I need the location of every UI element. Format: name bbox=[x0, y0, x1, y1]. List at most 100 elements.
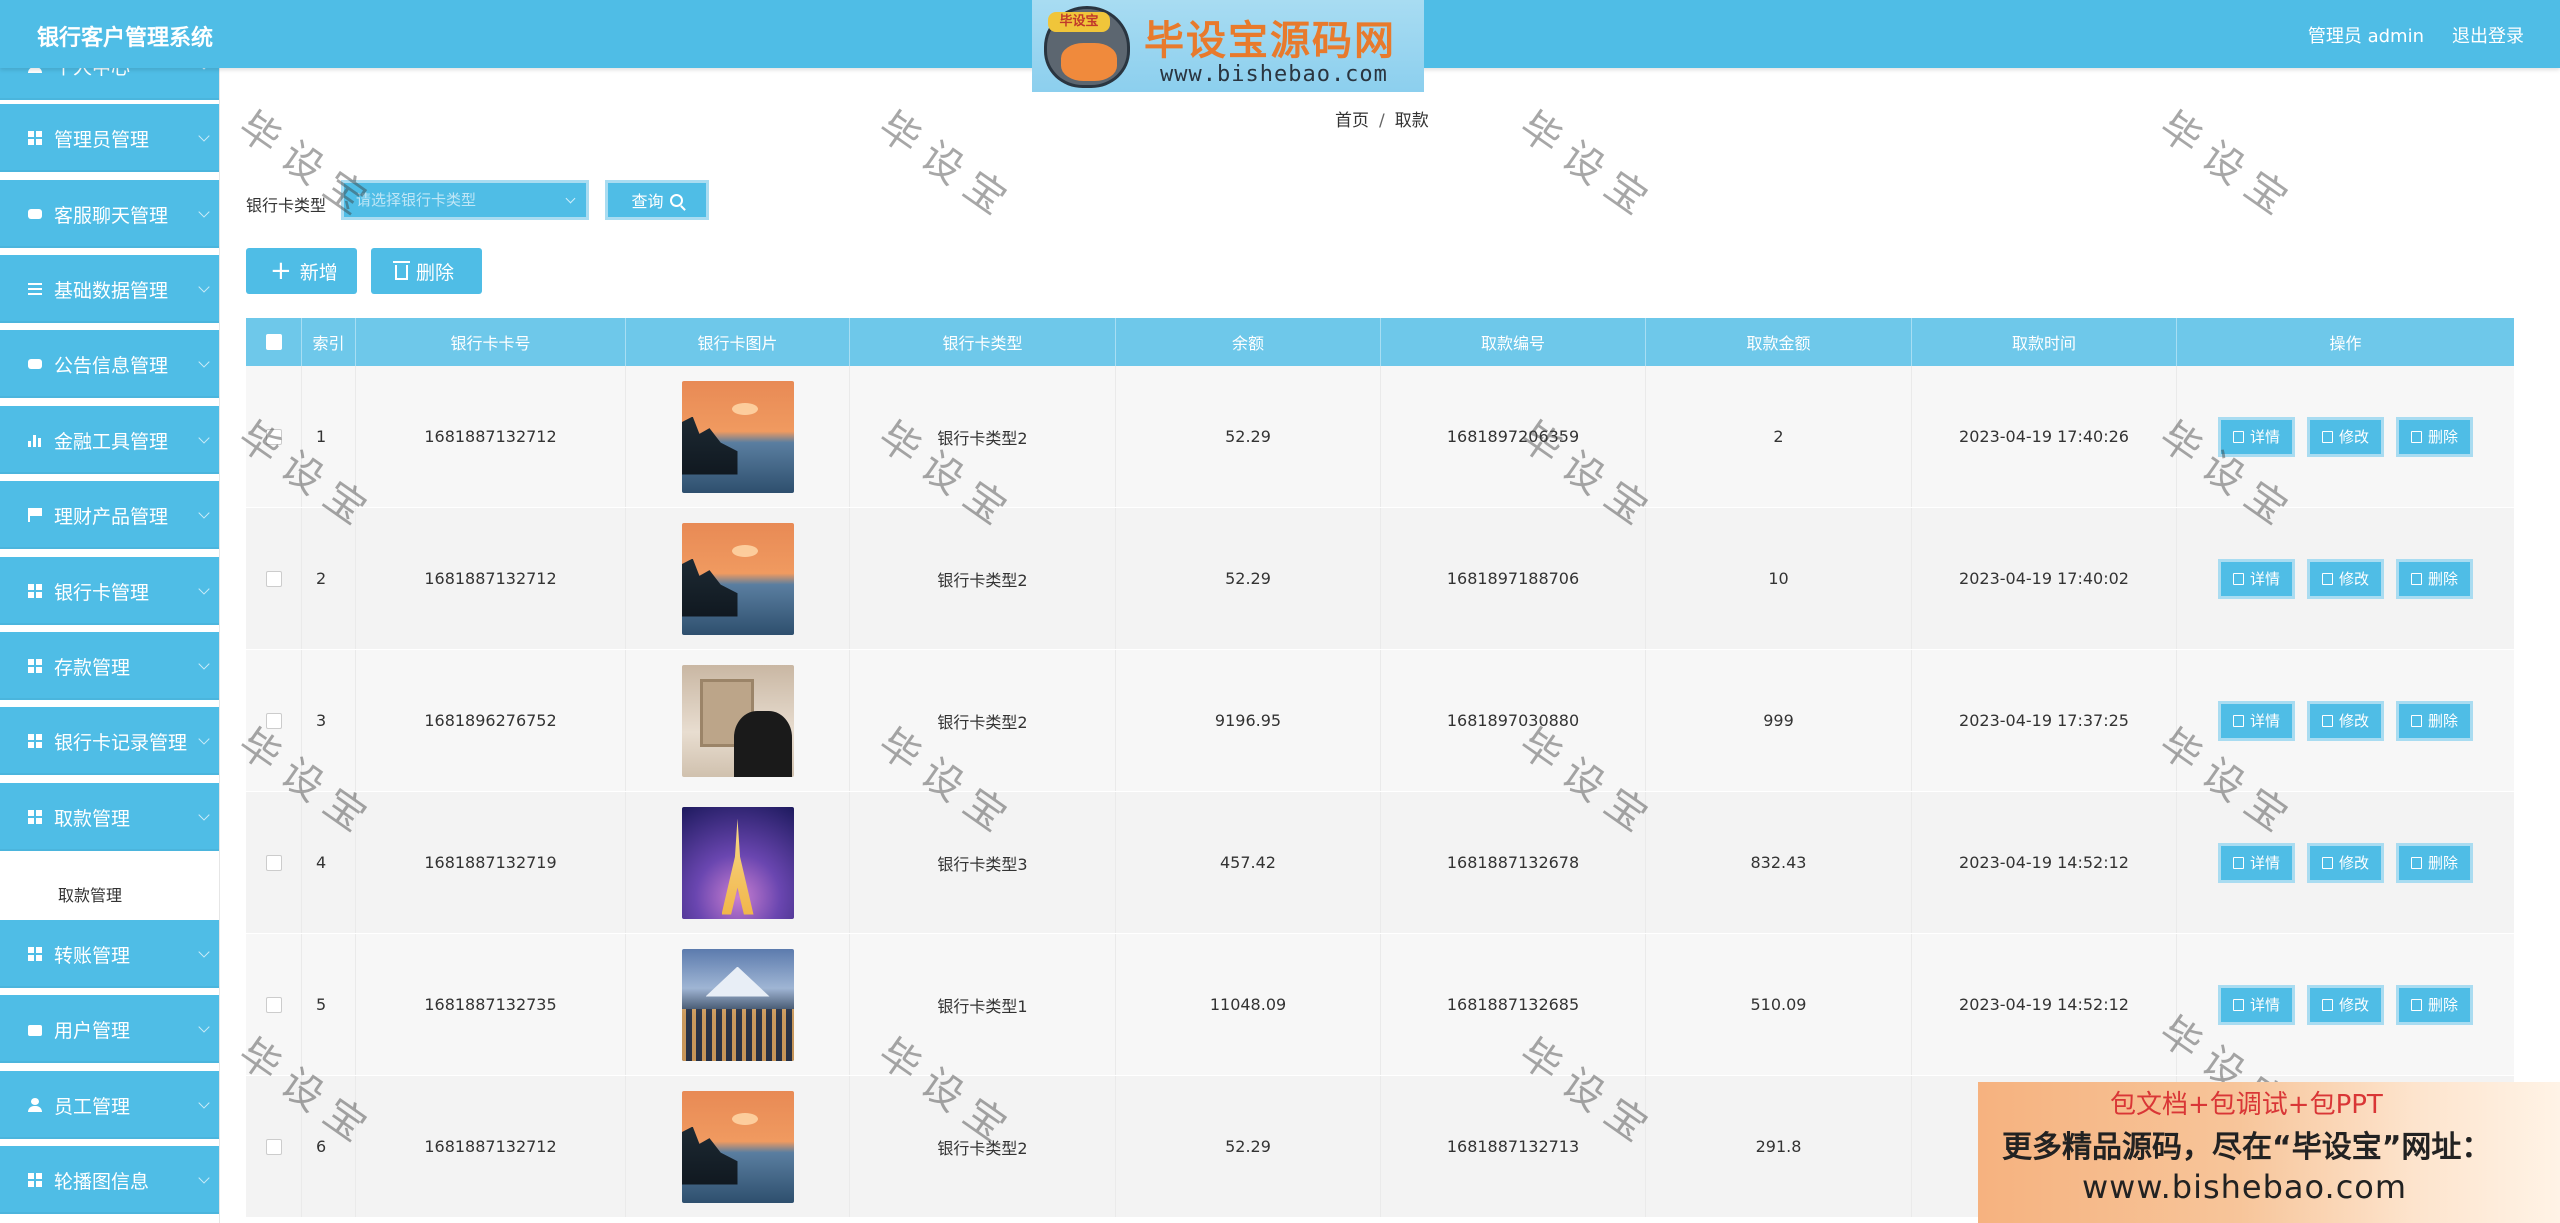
delete-label: 删除 bbox=[2428, 854, 2459, 872]
cell-actions: 详情 修改 删除 bbox=[2177, 934, 2514, 1075]
sidebar-item-deposit[interactable]: 存款管理 bbox=[0, 632, 219, 702]
detail-button[interactable]: 详情 bbox=[2217, 700, 2295, 741]
col-card-type: 银行卡类型 bbox=[850, 318, 1116, 366]
edit-button[interactable]: 修改 bbox=[2306, 416, 2384, 457]
cell-index: 1 bbox=[302, 366, 356, 507]
chevron-down-icon bbox=[198, 68, 210, 70]
cell-index: 6 bbox=[302, 1076, 356, 1217]
card-image[interactable] bbox=[681, 664, 794, 777]
chat-icon bbox=[28, 209, 42, 219]
user-icon bbox=[28, 68, 42, 73]
ad-line-offer: 包文档+包调试+包PPT bbox=[2110, 1090, 2383, 1120]
sidebar-item-carousel[interactable]: 轮播图信息 bbox=[0, 1146, 219, 1216]
detail-icon bbox=[2232, 714, 2244, 727]
sidebar-item-card-records[interactable]: 银行卡记录管理 bbox=[0, 707, 219, 777]
edit-icon bbox=[2321, 714, 2333, 727]
cell-card-no: 1681887132712 bbox=[356, 1076, 626, 1217]
row-checkbox[interactable] bbox=[265, 570, 282, 587]
select-all-checkbox[interactable] bbox=[265, 334, 282, 350]
sidebar-item-withdraw[interactable]: 取款管理 bbox=[0, 783, 219, 853]
search-icon bbox=[669, 193, 683, 207]
cell-card-no: 1681887132712 bbox=[356, 508, 626, 649]
search-button[interactable]: 查询 bbox=[605, 180, 709, 220]
cell-withdraw-amount: 291.8 bbox=[1646, 1076, 1912, 1217]
sidebar-item-transfer[interactable]: 转账管理 bbox=[0, 920, 219, 990]
sidebar-item-staff[interactable]: 员工管理 bbox=[0, 1071, 219, 1141]
delete-button[interactable]: 删除 bbox=[2396, 416, 2474, 457]
sidebar-item-label: 存款管理 bbox=[54, 656, 131, 679]
grid-icon bbox=[28, 947, 42, 961]
sidebar-item-label: 个人中心 bbox=[54, 68, 130, 80]
row-checkbox[interactable] bbox=[265, 996, 282, 1013]
row-checkbox[interactable] bbox=[265, 1138, 282, 1155]
detail-button[interactable]: 详情 bbox=[2217, 558, 2295, 599]
sidebar-item-label: 银行卡记录管理 bbox=[54, 731, 188, 754]
delete-button[interactable]: 删除 bbox=[2396, 700, 2474, 741]
logout-link[interactable]: 退出登录 bbox=[2452, 22, 2524, 48]
batch-delete-button[interactable]: 删除 bbox=[371, 248, 482, 294]
edit-button[interactable]: 修改 bbox=[2306, 984, 2384, 1025]
cell-index: 2 bbox=[302, 508, 356, 649]
delete-button[interactable]: 删除 bbox=[2396, 984, 2474, 1025]
chevron-down-icon bbox=[198, 733, 210, 745]
edit-button[interactable]: 修改 bbox=[2306, 842, 2384, 883]
add-button[interactable]: + 新增 bbox=[246, 248, 357, 294]
cell-card-image bbox=[626, 934, 850, 1075]
trash-icon bbox=[2411, 572, 2422, 585]
batch-delete-label: 删除 bbox=[416, 261, 455, 284]
cell-card-image bbox=[626, 650, 850, 791]
edit-icon bbox=[2321, 856, 2333, 869]
chevron-down-icon bbox=[198, 583, 210, 595]
cell-balance: 9196.95 bbox=[1116, 650, 1381, 791]
chevron-down-icon bbox=[198, 206, 210, 218]
edit-button[interactable]: 修改 bbox=[2306, 558, 2384, 599]
card-image[interactable] bbox=[681, 1090, 794, 1203]
sidebar-item-bank-card[interactable]: 银行卡管理 bbox=[0, 557, 219, 627]
row-check-cell bbox=[246, 934, 302, 1075]
trash-icon bbox=[2411, 714, 2422, 727]
breadcrumb-home[interactable]: 首页 bbox=[1335, 111, 1369, 131]
detail-button[interactable]: 详情 bbox=[2217, 984, 2295, 1025]
delete-button[interactable]: 删除 bbox=[2396, 558, 2474, 599]
sidebar-item-users[interactable]: 用户管理 bbox=[0, 995, 219, 1065]
card-image[interactable] bbox=[681, 948, 794, 1061]
detail-button[interactable]: 详情 bbox=[2217, 842, 2295, 883]
edit-button[interactable]: 修改 bbox=[2306, 700, 2384, 741]
sidebar-item-finance-tools[interactable]: 金融工具管理 bbox=[0, 406, 219, 476]
row-checkbox[interactable] bbox=[265, 854, 282, 871]
sidebar-item-wealth-products[interactable]: 理财产品管理 bbox=[0, 481, 219, 551]
grid-icon bbox=[28, 1173, 42, 1187]
sidebar-item-basic-data[interactable]: 基础数据管理 bbox=[0, 255, 219, 325]
card-image[interactable] bbox=[681, 806, 794, 919]
table-row: 4 1681887132719 银行卡类型3 457.42 1681887132… bbox=[246, 792, 2514, 934]
row-checkbox[interactable] bbox=[265, 428, 282, 445]
row-checkbox[interactable] bbox=[265, 712, 282, 729]
sidebar-item-chat[interactable]: 客服聊天管理 bbox=[0, 180, 219, 250]
card-image[interactable] bbox=[681, 380, 794, 493]
admin-user-link[interactable]: 管理员 admin bbox=[2308, 22, 2424, 48]
card-image[interactable] bbox=[681, 522, 794, 635]
sidebar-item-admin[interactable]: 管理员管理 bbox=[0, 104, 219, 174]
detail-button[interactable]: 详情 bbox=[2217, 416, 2295, 457]
cell-withdraw-amount: 510.09 bbox=[1646, 934, 1912, 1075]
bar-chart-icon bbox=[28, 433, 42, 447]
cell-actions: 详情 修改 删除 bbox=[2177, 366, 2514, 507]
sidebar-item-label: 轮播图信息 bbox=[54, 1170, 150, 1193]
sidebar-item-label: 公告信息管理 bbox=[54, 354, 169, 377]
sidebar-item-label: 客服聊天管理 bbox=[54, 204, 169, 227]
card-type-placeholder: 请选择银行卡类型 bbox=[356, 191, 477, 209]
cell-withdraw-time: 2023-04-19 14:52:12 bbox=[1912, 934, 2177, 1075]
sidebar-subitem-withdraw-manage[interactable]: 取款管理 bbox=[0, 867, 219, 921]
cell-card-no: 1681887132735 bbox=[356, 934, 626, 1075]
col-card-image: 银行卡图片 bbox=[626, 318, 850, 366]
chevron-down-icon bbox=[198, 1021, 210, 1033]
sidebar-item-notice[interactable]: 公告信息管理 bbox=[0, 330, 219, 400]
delete-button[interactable]: 删除 bbox=[2396, 842, 2474, 883]
breadcrumb-current: 取款 bbox=[1394, 111, 1429, 131]
sidebar-item-label: 用户管理 bbox=[54, 1019, 131, 1042]
sidebar-item-profile[interactable]: 个人中心 bbox=[0, 68, 219, 102]
card-type-select[interactable]: 请选择银行卡类型 bbox=[341, 180, 589, 220]
ad-banner[interactable]: 包文档+包调试+包PPT 更多精品源码，尽在“毕设宝”网址： www.bishe… bbox=[1978, 1082, 2560, 1223]
detail-label: 详情 bbox=[2249, 428, 2280, 446]
cell-withdraw-no: 1681887132713 bbox=[1381, 1076, 1646, 1217]
